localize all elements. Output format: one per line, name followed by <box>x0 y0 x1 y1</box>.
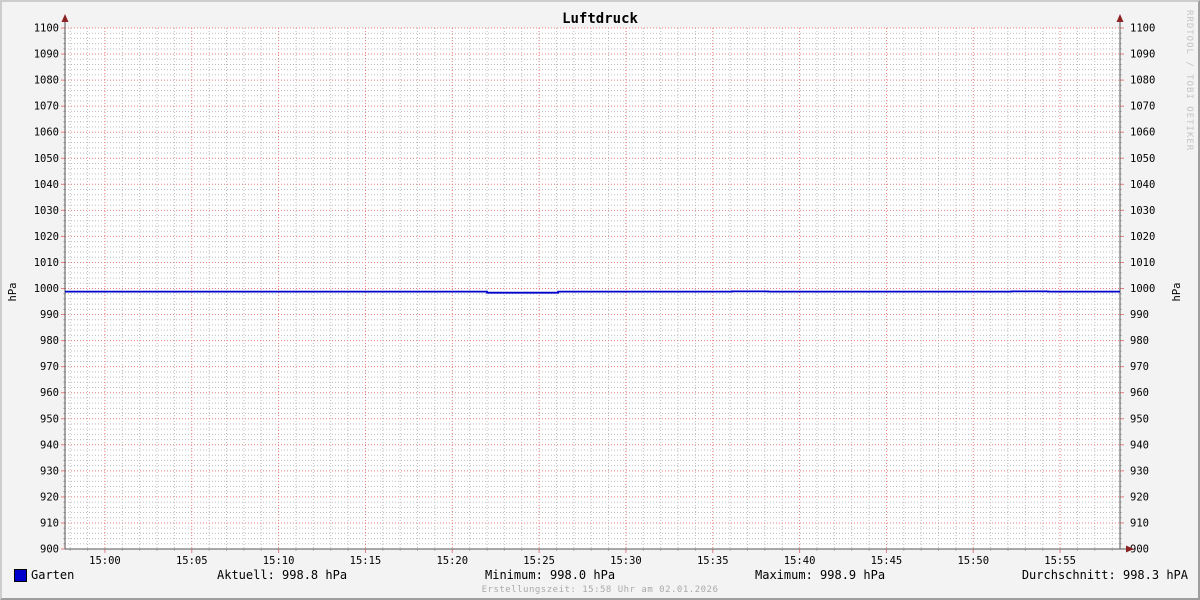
y-axis-label-left: 970 <box>40 361 59 373</box>
y-axis-label-right: 1090 <box>1130 49 1155 61</box>
x-axis-label: 15:10 <box>263 555 295 567</box>
y-axis-label-right: 1060 <box>1130 127 1155 139</box>
y-axis-label-left: 940 <box>40 439 59 451</box>
x-axis-label: 15:45 <box>871 555 903 567</box>
x-axis-label: 15:00 <box>89 555 121 567</box>
y-axis-label-right: 990 <box>1130 309 1149 321</box>
y-axis-label-right: 1040 <box>1130 179 1155 191</box>
y-axis-label-right: 950 <box>1130 413 1149 425</box>
plot-canvas <box>65 28 1120 549</box>
legend-series-label: Garten <box>31 568 75 582</box>
y-axis-title-left: hPa <box>7 282 19 302</box>
y-axis-label-right: 930 <box>1130 465 1149 477</box>
y-axis-label-left: 1050 <box>34 153 59 165</box>
y-axis-label-right: 1050 <box>1130 153 1155 165</box>
y-axis-label-right: 970 <box>1130 361 1149 373</box>
pressure-chart: 900 900910 910920 920930 930940 940950 950960 9… <box>34 14 1155 567</box>
x-axis-label: 15:55 <box>1044 555 1076 567</box>
y-axis-label-left: 930 <box>40 465 59 477</box>
y-axis-label-right: 1010 <box>1130 257 1155 269</box>
y-axis-label-left: 1040 <box>34 179 59 191</box>
x-axis-label: 15:05 <box>176 555 208 567</box>
y-axis-label-left: 1090 <box>34 49 59 61</box>
x-axis-label: 15:20 <box>436 555 468 567</box>
stat-aktuell: Aktuell: 998.8 hPa <box>217 568 348 582</box>
y-axis-label-right: 980 <box>1130 335 1149 347</box>
rrdtool-graph: 900 900 910 910 920 920 930 930 940 940 950 950 960 9… <box>0 0 1200 600</box>
y-axis-label-right: 910 <box>1130 517 1149 529</box>
y-axis-label-left: 920 <box>40 491 59 503</box>
y-axis-label-left: 950 <box>40 413 59 425</box>
x-axis-label: 15:40 <box>784 555 816 567</box>
y-axis-label-left: 1070 <box>34 101 59 113</box>
y-axis-label-left: 910 <box>40 517 59 529</box>
y-axis-label-right: 1070 <box>1130 101 1155 113</box>
y-axis-label-left: 1000 <box>34 283 59 295</box>
y-axis-label-right: 960 <box>1130 387 1149 399</box>
legend-row: Garten Aktuell: 998.8 hPa Minimum: 998.0… <box>2 568 1198 584</box>
y-axis-label-right: 1000 <box>1130 283 1155 295</box>
creation-timestamp: Erstellungszeit: 15:58 Uhr am 02.01.2026 <box>481 585 719 595</box>
y-axis-label-right: 920 <box>1130 491 1149 503</box>
rrdtool-watermark: RRDTOOL / TOBI OETIKER <box>1184 10 1194 152</box>
y-axis-label-left: 1010 <box>34 257 59 269</box>
y-axis-label-right: 1080 <box>1130 75 1155 87</box>
x-axis-label: 15:30 <box>610 555 642 567</box>
x-axis-label: 15:25 <box>523 555 555 567</box>
y-axis-label-left: 1020 <box>34 231 59 243</box>
x-axis-label: 15:35 <box>697 555 729 567</box>
y-axis-label-left: 1060 <box>34 127 59 139</box>
legend-color-swatch <box>14 569 27 582</box>
stat-minimum: Minimum: 998.0 hPa <box>485 568 616 582</box>
y-axis-label-left: 990 <box>40 309 59 321</box>
y-axis-label-left: 960 <box>40 387 59 399</box>
y-axis-label-left: 1080 <box>34 75 59 87</box>
y-axis-label-left: 1030 <box>34 205 59 217</box>
y-axis-label-right: 1020 <box>1130 231 1155 243</box>
chart-title: Luftdruck <box>562 11 638 27</box>
x-axis-label: 15:50 <box>957 555 989 567</box>
y-axis-title-right: hPa <box>1171 282 1183 302</box>
stat-durchschnitt: Durchschnitt: 998.3 hPA <box>1021 568 1188 582</box>
x-axis-label: 15:15 <box>350 555 382 567</box>
y-axis-label-left: 980 <box>40 335 59 347</box>
y-axis-label-left: 900 <box>40 544 59 556</box>
y-axis-label-right: 1030 <box>1130 205 1155 217</box>
stat-maximum: Maximum: 998.9 hPa <box>755 568 886 582</box>
y-axis-label-right: 940 <box>1130 439 1149 451</box>
